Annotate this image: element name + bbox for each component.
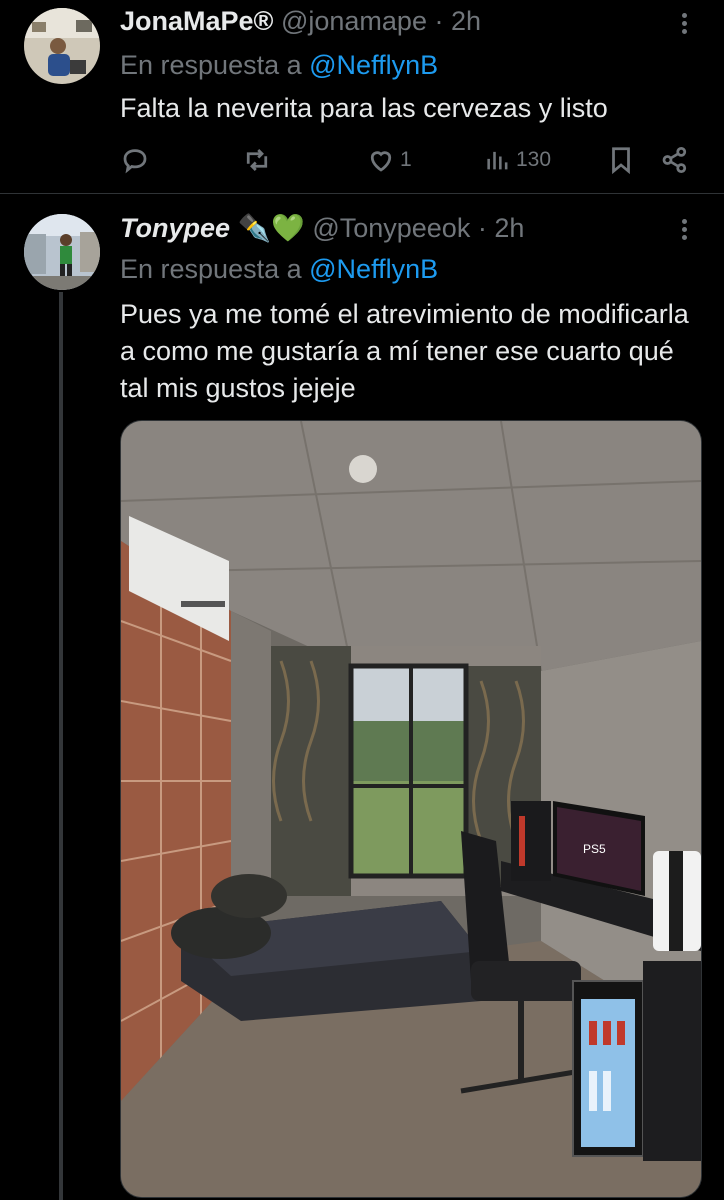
like-button[interactable]: 1 xyxy=(366,140,412,180)
reply-button[interactable] xyxy=(120,140,150,180)
views-count: 130 xyxy=(516,148,552,171)
tweet-text: Falta la neverita para las cervezas y li… xyxy=(120,93,608,123)
views-icon xyxy=(487,151,508,170)
tweet-header: JonaMaPe® @jonamape · 2h xyxy=(120,6,481,37)
reply-context: En respuesta a @NefflynB xyxy=(120,254,438,285)
like-icon xyxy=(370,151,392,172)
bookmark-icon xyxy=(612,147,630,175)
reply-icon xyxy=(123,149,147,174)
reply-mention-link[interactable]: @NefflynB xyxy=(309,50,438,80)
share-icon xyxy=(662,147,687,173)
tweet-jonamape[interactable]: JonaMaPe® @jonamape · 2h En respuesta a … xyxy=(0,0,724,194)
retweet-icon xyxy=(246,149,268,171)
user-handle[interactable]: @jonamape xyxy=(281,6,427,36)
share-button[interactable] xyxy=(660,140,690,180)
tweet-text: Pues ya me tomé el atrevimiento de modif… xyxy=(120,299,689,403)
separator: · xyxy=(434,6,444,36)
retweet-button[interactable] xyxy=(242,140,272,180)
separator: · xyxy=(477,213,487,243)
avatar[interactable] xyxy=(24,214,100,290)
tweet-header: Tonypee ✒️💚 @Tonypeeok · 2h xyxy=(120,212,524,244)
reply-prefix: En respuesta a xyxy=(120,254,302,284)
user-handle[interactable]: @Tonypeeok xyxy=(312,213,470,243)
ps5-logo-text: PS5 xyxy=(583,842,606,856)
action-bar: 1 130 xyxy=(120,140,700,180)
more-icon[interactable] xyxy=(672,216,696,250)
more-icon[interactable] xyxy=(672,10,696,44)
display-name-text: Tonypee xyxy=(120,213,231,243)
like-count: 1 xyxy=(400,148,412,171)
name-emojis: ✒️💚 xyxy=(237,213,305,243)
display-name[interactable]: JonaMaPe® xyxy=(120,6,273,36)
thread-connector-line xyxy=(59,292,63,1200)
bookmark-button[interactable] xyxy=(606,140,636,180)
reply-mention-link[interactable]: @NefflynB xyxy=(309,254,438,284)
timestamp[interactable]: 2h xyxy=(494,213,524,243)
tweet-media-image[interactable]: PS5 xyxy=(120,420,702,1198)
display-name[interactable]: Tonypee xyxy=(120,213,230,243)
timestamp[interactable]: 2h xyxy=(451,6,481,36)
avatar[interactable] xyxy=(24,8,100,84)
views-button[interactable]: 130 xyxy=(484,140,551,180)
reply-context: En respuesta a @NefflynB xyxy=(120,50,438,81)
reply-prefix: En respuesta a xyxy=(120,50,302,80)
